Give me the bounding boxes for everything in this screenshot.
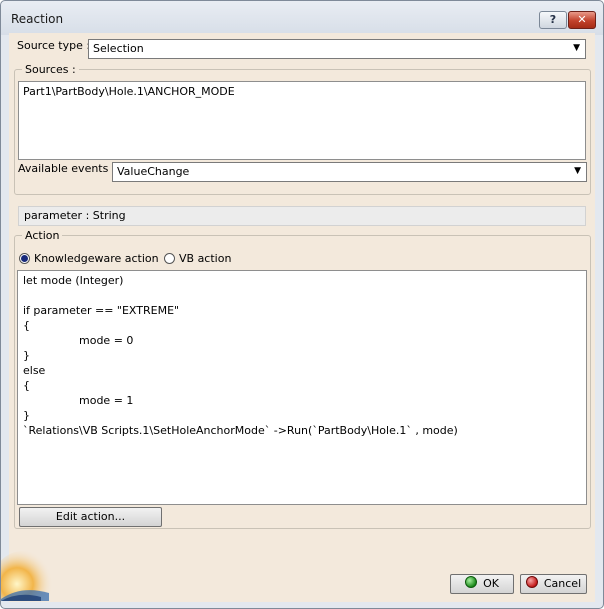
available-events-value: ValueChange <box>117 165 190 178</box>
parameter-info: parameter : String <box>18 206 586 226</box>
code-line: { <box>23 379 30 392</box>
code-line: else <box>23 364 46 377</box>
sources-list[interactable]: Part1\PartBody\Hole.1\ANCHOR_MODE <box>18 81 586 160</box>
code-line: } <box>23 349 30 362</box>
code-line: if parameter == "EXTREME" <box>23 304 180 317</box>
knowledgeware-radio[interactable] <box>19 253 30 264</box>
available-events-label: Available events : <box>18 162 116 175</box>
ok-button[interactable]: OK <box>450 574 514 594</box>
red-circle-icon <box>525 576 538 588</box>
catia-logo-icon <box>1 551 53 601</box>
code-lines: let mode (Integer) if parameter == "EXTRE… <box>23 273 458 438</box>
chevron-down-icon[interactable]: ▼ <box>574 166 581 176</box>
green-circle-icon <box>465 576 478 588</box>
available-events-select[interactable]: ValueChange ▼ <box>112 162 587 182</box>
list-item[interactable]: Part1\PartBody\Hole.1\ANCHOR_MODE <box>23 85 235 98</box>
ok-label: OK <box>483 577 499 590</box>
cancel-button[interactable]: Cancel <box>520 574 587 594</box>
code-line: `Relations\VB Scripts.1\SetHoleAnchorMod… <box>23 424 458 437</box>
action-code-editor[interactable]: let mode (Integer) if parameter == "EXTRE… <box>17 270 587 505</box>
source-type-value: Selection <box>93 42 144 55</box>
vb-action-radio-label[interactable]: VB action <box>179 252 231 265</box>
cancel-label: Cancel <box>543 577 582 590</box>
code-line: { <box>23 319 30 332</box>
edit-action-button[interactable]: Edit action... <box>19 507 162 527</box>
dialog-body: Source type : Selection ▼ Sources : Part… <box>9 33 595 602</box>
code-line: let mode (Integer) <box>23 274 124 287</box>
reaction-dialog: Reaction ? ✕ Source type : Selection ▼ S… <box>0 0 604 609</box>
vb-action-radio[interactable] <box>164 253 175 264</box>
code-line: mode = 1 <box>79 394 134 407</box>
close-button[interactable]: ✕ <box>568 11 596 29</box>
source-type-select[interactable]: Selection ▼ <box>88 39 586 59</box>
action-legend: Action <box>25 229 60 242</box>
sources-legend: Sources : <box>25 63 76 76</box>
knowledgeware-radio-label[interactable]: Knowledgeware action <box>34 252 159 265</box>
title-bar[interactable]: Reaction ? ✕ <box>1 1 603 33</box>
parameter-info-text: parameter : String <box>24 209 126 222</box>
window-title: Reaction <box>11 12 64 26</box>
code-line: } <box>23 409 30 422</box>
code-line: mode = 0 <box>79 334 134 347</box>
chevron-down-icon[interactable]: ▼ <box>573 43 580 53</box>
source-type-label: Source type : <box>17 39 91 52</box>
help-button[interactable]: ? <box>539 11 567 29</box>
